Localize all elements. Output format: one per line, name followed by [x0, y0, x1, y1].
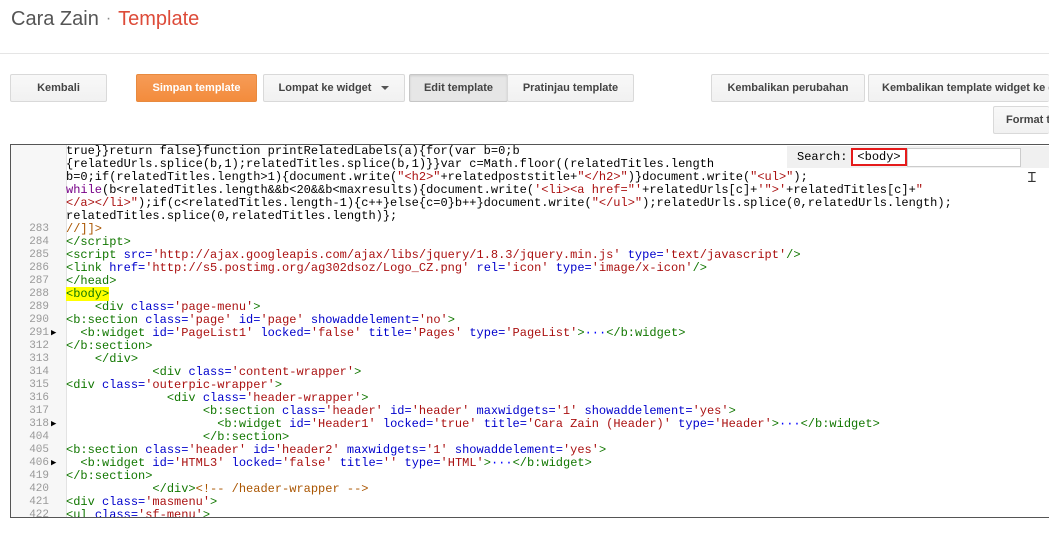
page-title: Template	[118, 8, 200, 30]
code-text[interactable]: <ul class='sf-menu'>	[66, 509, 210, 518]
code-editor[interactable]: true}}return false}function printRelated…	[10, 144, 1049, 518]
line-number: 313	[29, 353, 49, 365]
line-number: 315	[29, 379, 49, 391]
line-number: 405	[29, 444, 49, 456]
text-cursor-icon: Ɪ	[1028, 170, 1036, 186]
code-line[interactable]: 312 </b:section>	[11, 340, 1049, 353]
line-number: 420	[29, 483, 49, 495]
line-number: 285	[29, 249, 49, 261]
line-number: 421	[29, 496, 49, 508]
line-number: 286	[29, 262, 49, 274]
revert-changes-button[interactable]: Kembalikan perubahan	[711, 74, 865, 102]
line-number: 290	[29, 314, 49, 326]
line-number: 317	[29, 405, 49, 417]
breadcrumb: Cara Zain · Template	[11, 8, 199, 31]
jump-to-widget-dropdown[interactable]: Lompat ke widget	[263, 74, 405, 102]
line-number: 288	[29, 288, 49, 300]
line-number: 419	[29, 470, 49, 482]
code-line[interactable]: relatedTitles.splice(0,relatedTitles.len…	[11, 210, 1049, 223]
code-line[interactable]: 283//]]>	[11, 223, 1049, 236]
code-line[interactable]: 291 ▶ <b:widget id='PageList1' locked='fa…	[11, 327, 1049, 340]
line-number: 289	[29, 301, 49, 313]
fold-arrow-icon[interactable]: ▶	[51, 418, 61, 431]
code-line[interactable]: 422 <ul class='sf-menu'>	[11, 509, 1049, 518]
jump-to-widget-label: Lompat ke widget	[278, 82, 372, 94]
blog-name[interactable]: Cara Zain	[11, 8, 99, 30]
line-number: 284	[29, 236, 49, 248]
code-line[interactable]: 286 <link href='http://s5.postimg.org/ag3…	[11, 262, 1049, 275]
code-content[interactable]: true}}return false}function printRelated…	[11, 145, 1049, 518]
fold-arrow-icon[interactable]: ▶	[51, 457, 61, 470]
edit-template-button[interactable]: Edit template	[409, 74, 508, 102]
line-number: 422	[29, 509, 49, 518]
line-number: 314	[29, 366, 49, 378]
line-number: 287	[29, 275, 49, 287]
page-header: Cara Zain · Template	[0, 0, 1049, 54]
search-input[interactable]: <body>	[851, 148, 907, 166]
revert-widget-templates-button[interactable]: Kembalikan template widget ke default	[868, 74, 1049, 102]
line-number: 404	[29, 431, 49, 443]
search-label: Search:	[797, 150, 848, 164]
save-template-button[interactable]: Simpan template	[136, 74, 257, 102]
chevron-down-icon	[381, 86, 390, 90]
search-bar: Search: <body>	[787, 146, 1049, 168]
breadcrumb-separator: ·	[105, 10, 112, 27]
line-number: 283	[29, 223, 49, 235]
preview-template-button[interactable]: Pratinjau template	[507, 74, 634, 102]
format-template-button[interactable]: Format template	[993, 106, 1049, 134]
code-text[interactable]: relatedTitles.splice(0,relatedTitles.len…	[66, 210, 397, 223]
line-number: 406	[29, 457, 49, 469]
back-button[interactable]: Kembali	[10, 74, 107, 102]
fold-arrow-icon[interactable]: ▶	[51, 327, 61, 340]
code-text[interactable]: <b:widget id='PageList1' locked='false' …	[66, 327, 685, 340]
line-number: 318	[29, 418, 49, 430]
line-number: 316	[29, 392, 49, 404]
code-text[interactable]: <link href='http://s5.postimg.org/ag302d…	[66, 262, 707, 275]
search-field-remainder[interactable]	[906, 147, 1021, 167]
code-line[interactable]: 406 ▶ <b:widget id='HTML3' locked='false'…	[11, 457, 1049, 470]
line-number: 291	[29, 327, 49, 339]
line-number: 312	[29, 340, 49, 352]
code-line[interactable]: 287 </head>	[11, 275, 1049, 288]
